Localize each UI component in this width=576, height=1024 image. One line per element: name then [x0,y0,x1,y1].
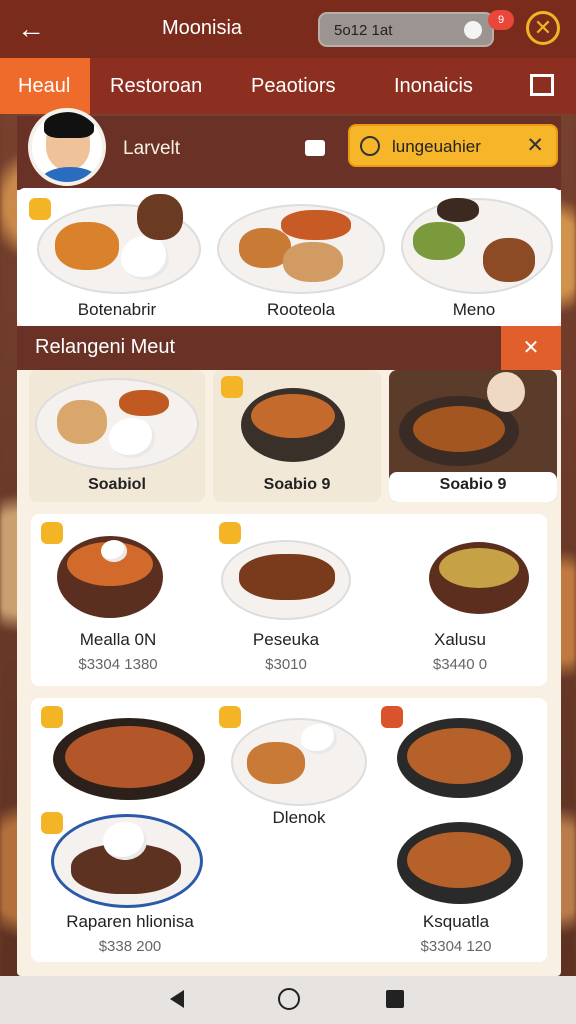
menu-item-label: Dlenok [272,808,326,827]
menu-item-price: $3304 120 [420,938,492,955]
tag-icon [219,706,241,728]
tag-icon [41,706,63,728]
username: Larvelt [123,138,181,159]
language-icon [360,136,380,156]
tab-bar: Heaul Restoroan Peaotiors Inonaicis [0,58,576,114]
chat-icon[interactable] [305,140,325,156]
menu-grid-row: Mealla 0N $3304 1380 Peseuka $3010 Xalus… [31,514,547,686]
avatar[interactable] [28,108,106,186]
dish-label: Rooteola [266,300,336,319]
pill-close-icon[interactable]: ✕ [526,133,544,158]
tag-icon [219,522,241,544]
notification-badge: 9 [488,10,514,30]
menu-grid-row: Dlenok Raparen hlionisa $338 200 Ksquatl… [31,698,547,962]
search-field[interactable]: 5o12 1at [318,12,494,47]
system-nav-bar [0,976,576,1024]
menu-item-price: $3304 1380 [78,656,158,673]
tab-heaul[interactable]: Heaul [0,58,90,114]
strip-card[interactable]: Soabio 9 [389,370,557,502]
tab-inonaicis[interactable]: Inonaicis [394,58,473,114]
strip-card[interactable]: Soabio 9 [213,370,381,502]
tag-icon [29,198,51,220]
menu-item-label: Raparen hlionisa [66,912,194,931]
home-circle-icon[interactable] [278,988,300,1010]
menu-item-label: Mealla 0N [79,630,157,649]
dish-label: Meno [452,300,496,319]
menu-square-icon[interactable] [530,74,554,96]
featured-dishes-card: Botenabrir Rooteola Meno [17,188,561,326]
strip-label: Soabiol [88,476,146,493]
recents-square-icon[interactable] [386,990,404,1008]
close-icon[interactable]: ✕ [526,11,560,45]
search-icon[interactable] [464,21,482,39]
app-bar: ← Moonisia 5o12 1at 9 ✕ [0,0,576,58]
menu-item-price: $3440 0 [432,656,488,673]
section-close-button[interactable]: ✕ [501,326,561,370]
strip-label: Soabio 9 [263,476,331,493]
tab-peaotiors[interactable]: Peaotiors [251,58,336,114]
tag-icon [221,376,243,398]
language-pill[interactable]: lungeuahier ✕ [348,124,558,167]
menu-item-label: Peseuka [252,630,320,649]
menu-item-price: $338 200 [98,938,162,955]
pill-label: lungeuahier [392,137,481,156]
tag-icon [41,522,63,544]
menu-item-price: $3010 [265,656,307,673]
tag-icon [41,812,63,834]
back-arrow-icon[interactable]: ← [14,12,48,46]
search-text: 5o12 1at [334,22,393,39]
menu-item-label: Ksquatla [422,912,490,931]
tab-restoroan[interactable]: Restoroan [110,58,202,114]
back-triangle-icon[interactable] [170,990,184,1008]
profile-header: Larvelt lungeuahier ✕ [17,108,561,190]
main-panel: Larvelt lungeuahier ✕ Botenabrir Rooteol… [17,108,561,976]
section-header: Relangeni Meut ✕ [17,326,561,370]
strip-label: Soabio 9 [439,476,507,493]
section-title: Relangeni Meut [35,336,176,358]
menu-item-label: Xalusu [434,630,486,649]
dish-label: Botenabrir [77,300,157,319]
strip-card[interactable]: Soabiol [29,370,205,502]
tag-icon [381,706,403,728]
app-title: Moonisia [162,17,243,39]
